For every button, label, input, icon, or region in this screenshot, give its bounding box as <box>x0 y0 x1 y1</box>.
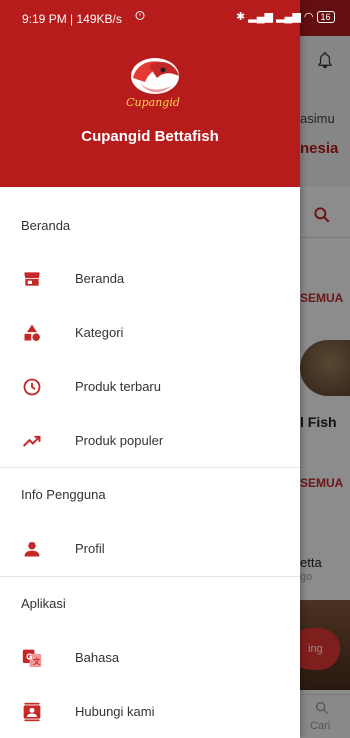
signal-icon: ▂▄▆ <box>248 11 273 23</box>
menu-item-produk-populer[interactable]: Produk populer <box>0 414 300 468</box>
menu-label: Bahasa <box>75 650 120 665</box>
menu-item-produk-terbaru[interactable]: Produk terbaru <box>0 360 300 414</box>
category-icon <box>24 324 40 341</box>
menu-item-profil[interactable]: Profil <box>0 522 300 576</box>
wifi-icon: ◠ <box>303 11 314 23</box>
trending-icon <box>22 435 41 447</box>
status-icons: ✱ ▂▄▆ ▂▄▆ ◠ 16 <box>236 10 335 23</box>
clock-icon <box>23 378 41 396</box>
drawer-header: 9:19 PM | 149KB/s Cupangid Cupangid Bett… <box>0 0 300 187</box>
svg-text:文: 文 <box>33 656 41 666</box>
navigation-drawer: 9:19 PM | 149KB/s Cupangid Cupangid Bett… <box>0 0 300 738</box>
menu-label: Produk terbaru <box>75 379 161 394</box>
signal-icon: ▂▄▆ <box>276 11 301 23</box>
logo-text: Cupangid <box>126 96 180 109</box>
menu-item-kategori[interactable]: Kategori <box>0 306 300 360</box>
menu-label: Profil <box>75 541 105 556</box>
menu-label: Kategori <box>75 325 124 340</box>
section-title-info-pengguna: Info Pengguna <box>21 487 106 502</box>
store-icon <box>24 272 40 286</box>
svg-text:G: G <box>26 653 32 662</box>
section-title-beranda: Beranda <box>21 218 71 233</box>
menu-label: Produk populer <box>75 433 164 448</box>
battery-icon: 16 <box>316 11 335 23</box>
bluetooth-icon: ✱ <box>236 11 246 23</box>
status-time: 9:19 PM | 149KB/s <box>22 12 122 26</box>
person-icon <box>24 541 40 557</box>
menu-label: Hubungi kami <box>75 704 155 719</box>
section-title-aplikasi: Aplikasi <box>21 596 66 611</box>
menu-label: Beranda <box>75 271 125 286</box>
section-divider <box>0 467 300 468</box>
translate-icon: G文 <box>22 649 42 668</box>
alarm-icon <box>134 9 146 24</box>
contact-icon <box>23 702 41 722</box>
app-name: Cupangid Bettafish <box>81 128 219 145</box>
menu-item-bahasa[interactable]: G文 Bahasa <box>0 631 300 685</box>
app-logo: Cupangid <box>126 58 180 109</box>
menu-item-beranda[interactable]: Beranda <box>0 252 300 306</box>
menu-item-hubungi-kami[interactable]: Hubungi kami <box>0 685 300 738</box>
section-divider <box>0 576 300 577</box>
